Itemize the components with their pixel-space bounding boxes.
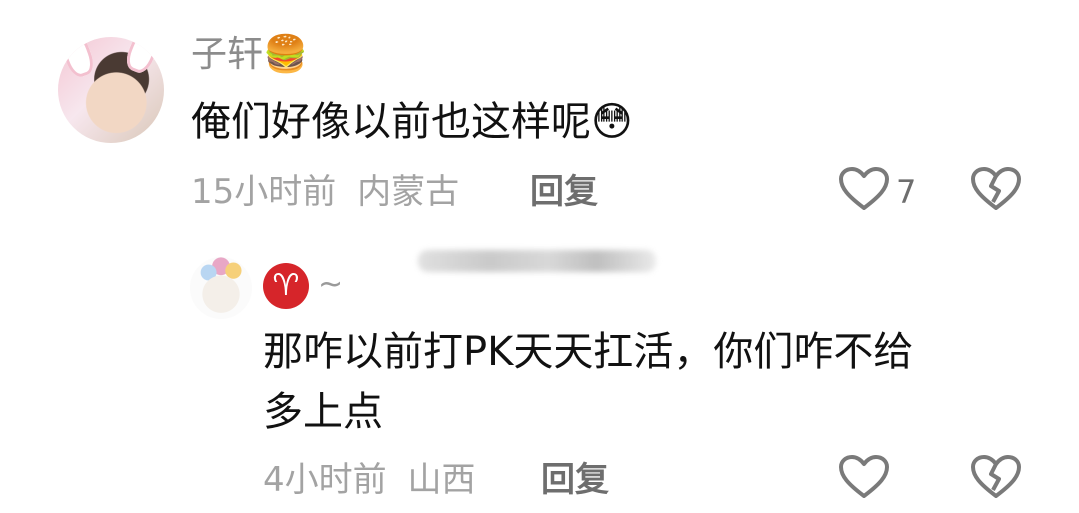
comment-username[interactable]: 子轩🍔 bbox=[191, 33, 308, 77]
username-text: 子轩 bbox=[191, 34, 264, 75]
reply-like-button[interactable] bbox=[838, 454, 890, 500]
like-count: 7 bbox=[896, 173, 917, 211]
broken-heart-icon bbox=[971, 167, 1021, 210]
comment-time: 15小时前 bbox=[191, 172, 337, 212]
like-button[interactable] bbox=[838, 166, 890, 212]
reply-avatar[interactable] bbox=[190, 257, 252, 319]
avatar[interactable] bbox=[58, 37, 164, 143]
comment-meta: 15小时前 内蒙古 bbox=[191, 172, 459, 212]
reply-text-line2: 多上点 bbox=[263, 389, 383, 435]
reply-reply-button[interactable]: 回复 bbox=[541, 460, 609, 500]
comment-location: 内蒙古 bbox=[357, 172, 460, 212]
comment-body: 俺们好像以前也这样呢 bbox=[191, 99, 591, 145]
flushed-emoji-icon: 😳 bbox=[591, 99, 633, 145]
reply-location: 山西 bbox=[407, 460, 476, 500]
broken-heart-icon bbox=[971, 455, 1021, 498]
blurred-username bbox=[418, 250, 656, 272]
dislike-button[interactable] bbox=[970, 166, 1022, 212]
heart-icon bbox=[839, 455, 889, 498]
reply-username-suffix: ~ bbox=[318, 267, 344, 302]
reply-text: 那咋以前打PK天天扛活，你们咋不给 多上点 bbox=[263, 322, 913, 442]
reply-meta: 4小时前 山西 bbox=[263, 460, 475, 500]
reply-dislike-button[interactable] bbox=[970, 454, 1022, 500]
reply-time: 4小时前 bbox=[263, 460, 387, 500]
burger-emoji-icon: 🍔 bbox=[263, 34, 308, 75]
comment-text: 俺们好像以前也这样呢😳 bbox=[191, 92, 633, 152]
aries-badge-icon: ♈ bbox=[263, 263, 309, 309]
heart-icon bbox=[839, 167, 889, 210]
reply-text-line1: 那咋以前打PK天天扛活，你们咋不给 bbox=[263, 329, 914, 375]
reply-button[interactable]: 回复 bbox=[530, 172, 598, 212]
